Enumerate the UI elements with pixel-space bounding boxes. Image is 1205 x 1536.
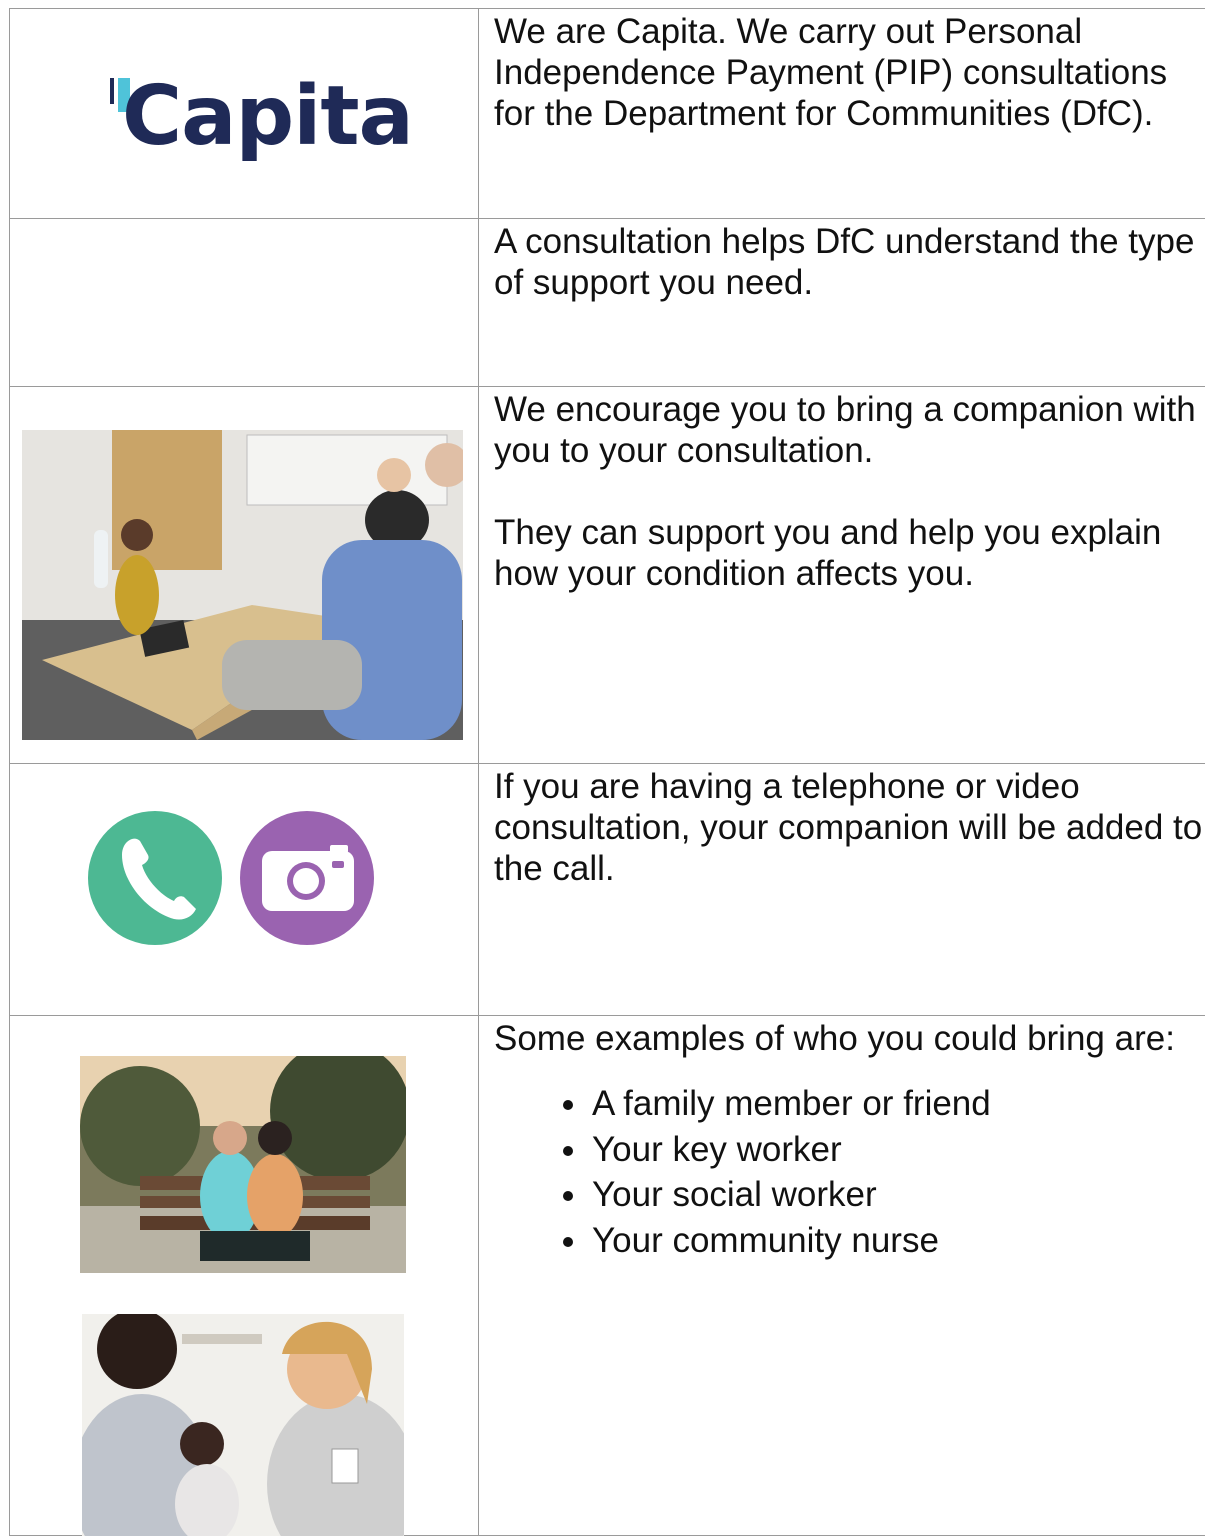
table-row: We encourage you to bring a companion wi… [10,387,1205,764]
intro-text: We are Capita. We carry out Personal Ind… [494,11,1205,134]
call-text: If you are having a telephone or video c… [494,766,1205,889]
logo-text: Capita [122,67,413,167]
companion-cell: We encourage you to bring a companion wi… [479,387,1205,764]
intro-cell: We are Capita. We carry out Personal Ind… [479,9,1205,219]
icons-cell [10,764,479,1016]
companion-text: We encourage you to bring a companion wi… [494,389,1205,471]
consultation-text: A consultation helps DfC understand the … [494,221,1205,303]
logo-cell: Capita [10,9,479,219]
table-row: A consultation helps DfC understand the … [10,219,1205,387]
examples-cell: Some examples of who you could bring are… [479,1016,1205,1536]
consultation-room-photo [22,430,463,740]
table-row: If you are having a telephone or video c… [10,764,1205,1016]
logo-accent-bar [110,78,114,104]
list-item: A family member or friend [590,1081,1205,1127]
table-row: Capita We are Capita. We carry out Perso… [10,9,1205,219]
consultation-cell: A consultation helps DfC understand the … [479,219,1205,387]
camera-icon [240,811,374,945]
capita-logo: Capita [100,67,400,167]
content-table: Capita We are Capita. We carry out Perso… [9,8,1205,1536]
list-item: Your social worker [590,1172,1205,1218]
table-row: Some examples of who you could bring are… [10,1016,1205,1536]
empty-cell [10,219,479,387]
phone-icon [88,811,222,945]
photo-cell [10,387,479,764]
examples-intro-text: Some examples of who you could bring are… [494,1018,1205,1059]
list-item: Your key worker [590,1127,1205,1173]
spacer [494,471,1205,512]
photos-cell [10,1016,479,1536]
call-cell: If you are having a telephone or video c… [479,764,1205,1016]
park-bench-photo [80,1056,406,1273]
companion-support-text: They can support you and help you explai… [494,512,1205,594]
examples-list: A family member or friend Your key worke… [494,1081,1205,1263]
list-item: Your community nurse [590,1218,1205,1264]
nurse-visit-photo [82,1314,404,1536]
